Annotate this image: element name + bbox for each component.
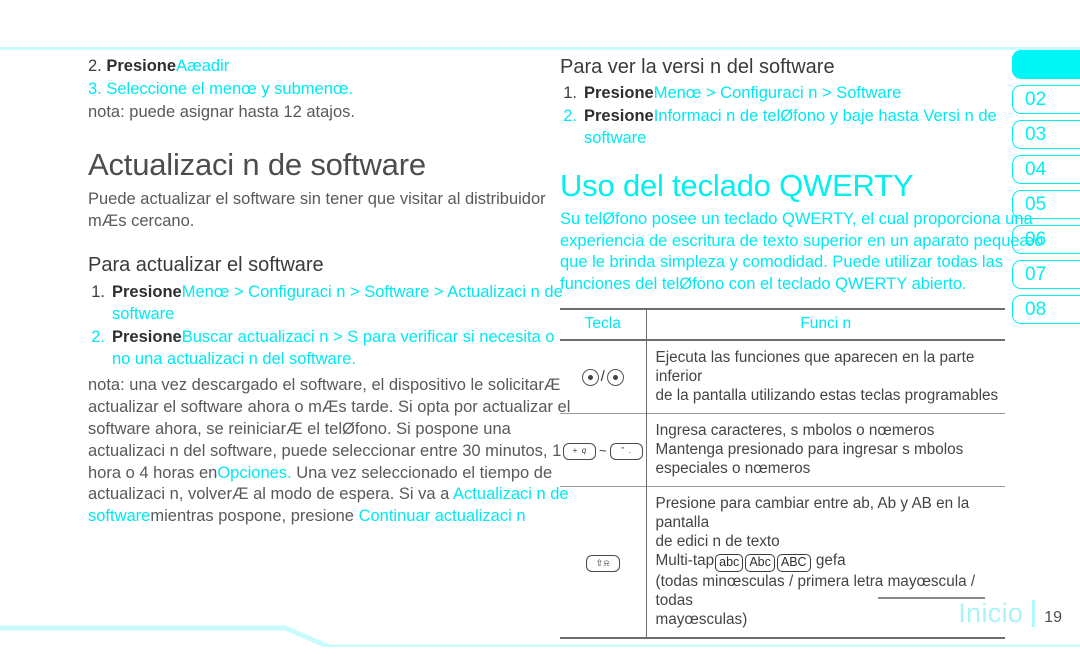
chapter-tab-label: 02 [1025,88,1047,110]
mode-badge-ABC: ABC [776,554,811,572]
list-item: 1. PresioneMenœ > Configuraci n > Softwa… [560,83,1030,105]
table-head: Tecla Funci n [560,308,1005,340]
column-header-tecla: Tecla [560,308,647,340]
function-line: de edici n de texto [655,533,780,551]
soft-keys-icon: / [581,368,624,387]
note-link-opciones[interactable]: Opciones. [217,464,291,482]
key-cell: + q ~ " . [560,412,647,486]
step-body: PresioneMenœ > Configuraci n > Software [584,83,901,105]
step-number: 1. [563,84,577,102]
slash-separator: / [600,368,605,386]
function-cell: Ejecuta las funciones que aparecen en la… [646,340,1005,413]
function-line: Ejecuta las funciones que aparecen en la… [655,348,975,386]
qwerty-intro: Su telØfono posee un teclado QWERTY, el … [560,209,1044,294]
table-row: / Ejecuta las funciones que aparecen en … [560,339,1005,414]
multitap-prefix: Multi-tap [655,552,715,570]
step-number: 2. [88,57,102,75]
chapter-tab-06[interactable]: 06 [1012,225,1080,254]
carryover-step-2: 2. PresioneAæadir [88,56,573,78]
chapter-tab-01[interactable] [1012,50,1080,79]
chapter-tab-05[interactable]: 05 [1012,190,1080,219]
function-cell: Ingresa caracteres, s mbolos o nœmeros M… [646,412,1005,486]
step-lead: Presione [584,84,654,102]
chapter-tab-08[interactable]: 08 [1012,295,1080,324]
step-lead: Presione [112,283,182,302]
mode-badge-abc: abc [715,554,744,572]
step-body: PresioneInformaci n de telØfono y baje h… [584,106,1030,150]
note-link-continuar[interactable]: Continuar actualizaci n [359,507,526,525]
step-lead: Presione [106,57,177,75]
carryover-note: nota: puede asignar hasta 12 atajos. [88,102,355,121]
list-item: 1. PresioneMenœ > Configuraci n > Softwa… [88,282,573,326]
subsection-title-version: Para ver la versi n del software [560,56,835,78]
step-body: PresioneBuscar actualizaci n > S para ve… [112,327,573,371]
table-row: + q ~ " . Ingresa caracteres, s mbolos o… [560,412,1005,486]
footer-rule-shape [0,625,1080,647]
left-soft-key-icon [581,369,599,387]
right-soft-key-icon [606,369,624,387]
subsection-title-actualizar: Para actualizar el software [88,254,324,277]
left-column: 2. PresioneAæadir 3. Seleccione el menœ … [88,56,573,528]
character-keys-icon: + q ~ " . [562,442,643,460]
note-label: nota: [88,376,125,395]
function-line: Presione para cambiar entre ab, Ab y AB … [655,494,970,531]
plus-q-key-icon: + q [562,442,596,460]
step-number: 1. [91,283,105,302]
chapter-tab-02[interactable]: 02 [1012,85,1080,114]
manual-page: 2. PresioneAæadir 3. Seleccione el menœ … [0,0,1080,670]
carryover-step-3: 3. Seleccione el menœ y submenœ. [88,79,573,101]
step-lead: Presione [112,327,182,346]
step-text: Seleccione el menœ y submenœ. [106,79,354,98]
section-title-actualizacion: Actualizaci n de software [88,147,426,183]
chapter-tab-label: 08 [1025,298,1047,320]
section-intro: Puede actualizar el software sin tener q… [88,189,546,230]
tilde-separator: ~ [598,443,607,459]
step-number: 2. [91,327,105,346]
shift-key-icon: ⇧⍾ [585,554,620,572]
list-item: 2. PresioneBuscar actualizaci n > S para… [88,327,573,371]
chapter-tab-label: 06 [1025,228,1047,250]
step-link[interactable]: Menœ > Configuraci n > Software [654,84,902,102]
top-rule [0,47,1080,50]
multitap-suffix: gefa [815,552,846,570]
step-link[interactable]: Aæadir [176,57,229,75]
update-note: nota: una vez descargado el software, el… [88,375,573,527]
section-title-qwerty: Uso del teclado QWERTY [560,168,914,204]
right-column: Para ver la versi n del software 1. Pres… [560,56,1043,639]
chapter-tab-label: 07 [1025,263,1047,285]
note-text-3: mientras pospone, presione [150,507,354,526]
step-body: PresioneMenœ > Configuraci n > Software … [112,282,573,326]
function-line: especiales o nœmeros [655,460,811,478]
function-line: (todas minœsculas / primera letra mayœsc… [655,572,976,610]
footer-rule [0,613,1080,647]
function-line: Ingresa caracteres, s mbolos o nœmeros [655,421,935,439]
step-number: 2. [563,106,577,125]
version-steps-list: 1. PresioneMenœ > Configuraci n > Softwa… [560,83,1030,149]
column-header-funcion: Funci n [800,314,852,332]
mode-badge-Abc: Abc [745,554,775,572]
chapter-tab-03[interactable]: 03 [1012,120,1080,149]
step-number: 3. [88,79,102,98]
table-body: / Ejecuta las funciones que aparecen en … [560,339,1006,638]
function-line: de la pantalla utilizando estas teclas p… [655,387,999,405]
key-cell: / [560,339,647,414]
chapter-tab-rail: 02 03 04 05 06 07 08 [1012,50,1080,330]
keyboard-function-table: Tecla Funci n / Ejecuta las funciones qu… [560,308,1005,639]
multitap-line: Multi-tap abc Abc ABC gefa [656,551,1006,572]
quote-period-key-icon: " . [609,442,643,460]
chapter-tab-label: 03 [1025,123,1047,145]
chapter-tab-label: 04 [1025,158,1047,180]
function-line: Mantenga presionado para ingresar s mbol… [655,440,964,458]
chapter-tab-04[interactable]: 04 [1012,155,1080,184]
step-lead: Presione [584,106,654,125]
list-item: 2. PresioneInformaci n de telØfono y baj… [560,106,1030,150]
table-header-row: Tecla Funci n [560,308,1005,340]
chapter-tab-07[interactable]: 07 [1012,260,1080,289]
chapter-tab-label: 05 [1025,193,1047,215]
update-steps-list: 1. PresioneMenœ > Configuraci n > Softwa… [88,282,573,370]
